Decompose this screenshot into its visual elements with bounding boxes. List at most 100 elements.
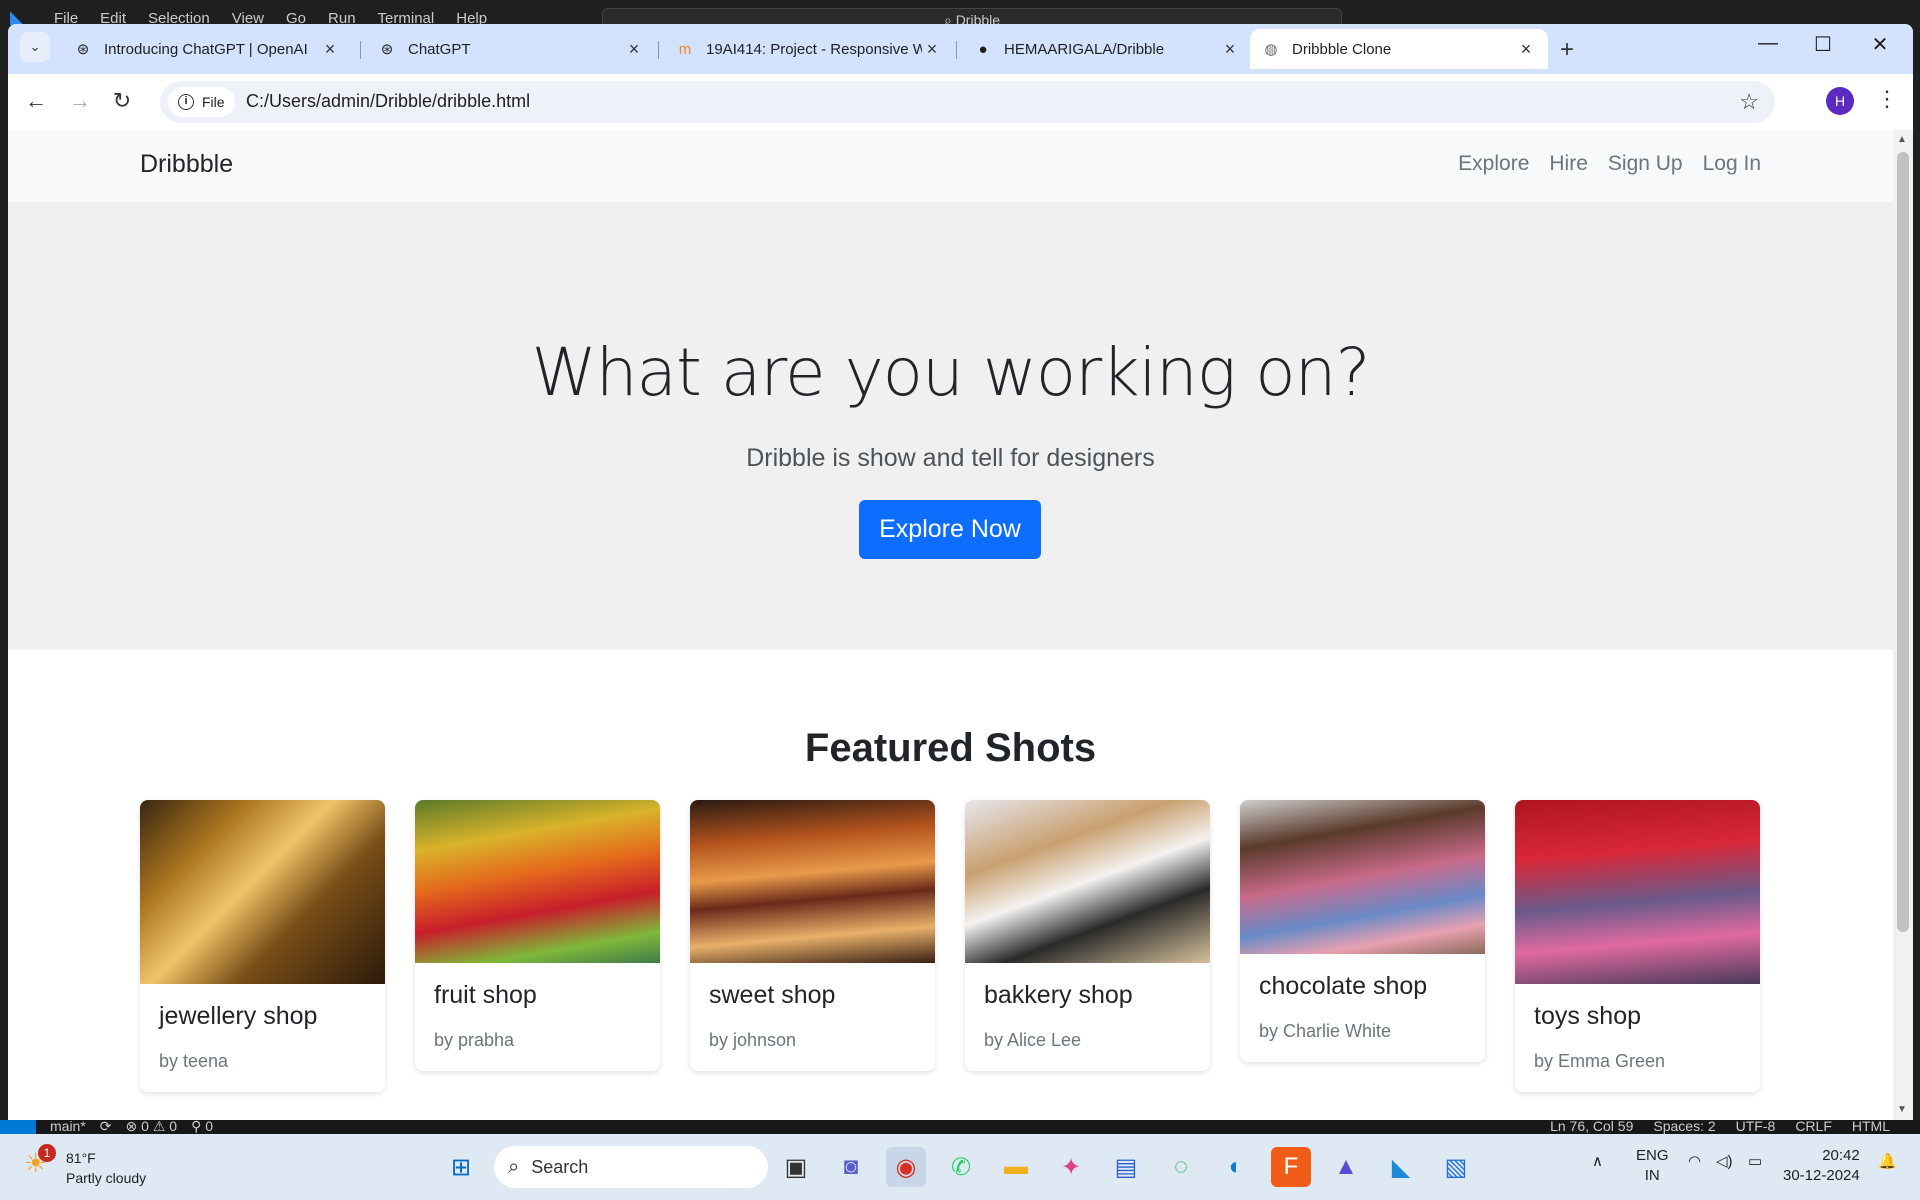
nav-log-in[interactable]: Log In [1703,152,1761,176]
site-navbar: Dribbble Explore Hire Sign Up Log In [8,130,1893,202]
close-window-icon[interactable]: ✕ [1860,32,1900,57]
paint-icon[interactable]: ▧ [1436,1147,1476,1187]
site-info-chip[interactable]: i File [168,87,235,117]
explore-now-button[interactable]: Explore Now [859,500,1041,559]
shot-image [415,800,660,963]
tab-chatgpt[interactable]: ⊛ ChatGPT × [366,29,656,69]
battery-icon[interactable]: ▭ [1748,1152,1762,1170]
nav-hire[interactable]: Hire [1549,152,1588,176]
edge-icon[interactable]: ◐ [1216,1147,1256,1187]
scrollbar-thumb[interactable] [1897,152,1909,932]
teams-icon[interactable]: ◙ [831,1147,871,1187]
volume-icon[interactable]: ◁) [1716,1152,1733,1170]
tab-github[interactable]: ● HEMAARIGALA/Dribble × [962,29,1252,69]
profile-avatar[interactable]: H [1826,87,1854,115]
chevron-up-icon[interactable]: ∧ [1592,1152,1603,1170]
language-mode[interactable]: HTML [1852,1118,1890,1134]
vscode-status-bar: main* ⟳ ⊗ 0 ⚠ 0 ⚲ 0 Ln 76, Col 59 Spaces… [0,1118,1920,1135]
vscode-taskbar-icon[interactable]: ◣ [1381,1147,1421,1187]
tab-dribbble-clone[interactable]: ◍ Dribbble Clone × [1250,29,1548,69]
indentation[interactable]: Spaces: 2 [1653,1118,1715,1134]
language-code: ENG [1636,1147,1669,1164]
minimize-icon[interactable]: — [1748,32,1788,55]
refresh-app-icon[interactable]: ◌ [1161,1147,1201,1187]
remote-indicator[interactable] [0,1120,36,1134]
tab-search-button[interactable]: ⌄ [20,32,50,62]
info-icon: i [178,94,194,110]
shot-title: fruit shop [434,981,537,1009]
openai-icon: ⊛ [380,41,394,58]
scroll-down-icon[interactable]: ▼ [1897,1104,1907,1115]
close-icon[interactable]: × [922,39,942,60]
close-icon[interactable]: × [1516,39,1536,60]
site-brand[interactable]: Dribbble [140,150,233,179]
whatsapp-icon[interactable]: ✆ [941,1147,981,1187]
close-icon[interactable]: × [1220,39,1240,60]
shot-author: by johnson [709,1030,797,1050]
nav-links: Explore Hire Sign Up Log In [1458,152,1761,176]
weather-widget[interactable]: ☀ 1 81°F Partly cloudy [24,1144,147,1188]
shot-author: by Charlie White [1259,1021,1392,1041]
app-f-icon[interactable]: F [1271,1147,1311,1187]
app-a-icon[interactable]: ▲ [1326,1147,1366,1187]
tab-introducing-chatgpt[interactable]: ⊛ Introducing ChatGPT | OpenAI × [62,29,352,69]
cursor-position[interactable]: Ln 76, Col 59 [1550,1118,1633,1134]
shot-card[interactable]: toys shop by Emma Green [1515,800,1760,1092]
hero-subtitle: Dribble is show and tell for designers [746,444,1155,472]
page-scrollbar[interactable]: ▲ ▼ [1893,130,1913,1120]
copilot-icon[interactable]: ✦ [1051,1147,1091,1187]
more-menu-icon[interactable]: ⋮ [1876,86,1898,112]
wifi-icon[interactable]: ◠ [1688,1152,1701,1170]
maximize-icon[interactable]: ☐ [1803,32,1843,57]
notification-bell-icon[interactable]: 🔔 [1878,1152,1897,1170]
region-code: IN [1644,1167,1660,1184]
tab-project[interactable]: m 19AI414: Project - Responsive W × [664,29,954,69]
encoding[interactable]: UTF-8 [1736,1118,1776,1134]
chrome-icon[interactable]: ◉ [886,1147,926,1187]
problems-count[interactable]: ⊗ 0 ⚠ 0 [126,1118,178,1135]
tab-title: Dribbble Clone [1292,40,1392,58]
tab-title: ChatGPT [408,40,471,58]
clock-date: 30-12-2024 [1783,1167,1860,1184]
bookmark-star-icon[interactable]: ☆ [1739,89,1759,115]
file-explorer-icon[interactable]: ▬ [996,1147,1036,1187]
scroll-up-icon[interactable]: ▲ [1897,134,1907,145]
task-view-icon[interactable]: ▣ [776,1147,816,1187]
weather-condition: Partly cloudy [66,1170,147,1186]
nav-explore[interactable]: Explore [1458,152,1529,176]
system-clock[interactable]: 20:42 30-12-2024 [1783,1146,1860,1186]
shot-card[interactable]: chocolate shop by Charlie White [1240,800,1485,1062]
shot-image [690,800,935,963]
shot-card[interactable]: sweet shop by johnson [690,800,935,1071]
address-bar[interactable]: i File C:/Users/admin/Dribble/dribble.ht… [160,81,1775,123]
git-branch[interactable]: main* [50,1118,86,1135]
shot-card[interactable]: fruit shop by prabha [415,800,660,1071]
line-ending[interactable]: CRLF [1795,1118,1832,1134]
language-indicator[interactable]: ENG IN [1636,1146,1669,1186]
start-icon[interactable]: ⊞ [441,1147,481,1187]
new-tab-icon[interactable]: + [1560,36,1574,64]
shot-author: by Emma Green [1534,1051,1666,1071]
close-icon[interactable]: × [320,39,340,60]
featured-shots-heading: Featured Shots [804,726,1097,770]
forward-arrow-icon[interactable]: → [66,88,94,114]
shot-title: toys shop [1534,1002,1642,1030]
shot-image [965,800,1210,963]
hero-section: What are you working on? Dribble is show… [8,202,1893,650]
store-icon[interactable]: ▤ [1106,1147,1146,1187]
tab-title: Introducing ChatGPT | OpenAI [104,40,308,58]
sync-icon[interactable]: ⟳ [100,1118,112,1135]
reload-icon[interactable]: ↻ [108,88,136,114]
globe-icon: ◍ [1264,41,1278,58]
windows-taskbar: ☀ 1 81°F Partly cloudy ⊞ ⌕ Search ▣ ◙ ◉ ✆… [0,1134,1920,1200]
vscode-titlebar: ◣ File Edit Selection View Go Run Termin… [0,0,1920,30]
shot-card[interactable]: bakkery shop by Alice Lee [965,800,1210,1071]
close-icon[interactable]: × [624,39,644,60]
shot-card[interactable]: jewellery shop by teena [140,800,385,1092]
nav-sign-up[interactable]: Sign Up [1608,152,1683,176]
back-arrow-icon[interactable]: ← [22,88,50,114]
url-text[interactable]: C:/Users/admin/Dribble/dribble.html [246,91,530,112]
tab-divider [956,41,957,59]
ports-count[interactable]: ⚲ 0 [191,1118,213,1135]
taskbar-search[interactable]: ⌕ Search [494,1146,768,1188]
